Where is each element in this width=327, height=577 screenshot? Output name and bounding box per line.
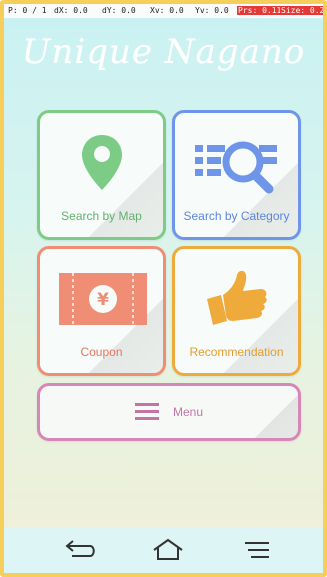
map-pin-icon	[82, 135, 122, 190]
recent-apps-icon[interactable]	[239, 537, 275, 563]
search-by-map-label: Search by Map	[61, 209, 142, 223]
back-arrow-icon[interactable]	[62, 537, 98, 563]
pointer-count: P: 0 / 1	[8, 6, 47, 15]
search-by-category-label: Search by Category	[183, 209, 290, 223]
svg-text:¥: ¥	[97, 290, 109, 310]
search-by-category-button[interactable]: Search by Category	[172, 110, 301, 240]
home-icon[interactable]	[150, 537, 186, 563]
xv-value: Xv: 0.0	[150, 6, 184, 15]
menu-button[interactable]: Menu	[37, 383, 301, 441]
coupon-button[interactable]: ¥ Coupon	[37, 246, 166, 376]
category-search-icon	[195, 141, 277, 194]
dy-value: dY: 0.0	[102, 6, 136, 15]
pressure-value: Prs: 0.11	[237, 6, 283, 15]
yen-coupon-icon: ¥	[59, 273, 147, 325]
recommendation-button[interactable]: Recommendation	[172, 246, 301, 376]
yv-value: Yv: 0.0	[195, 6, 229, 15]
app-title: Unique Nagano	[21, 32, 306, 72]
debug-status-bar: P: 0 / 1 dX: 0.0 dY: 0.0 Xv: 0.0 Yv: 0.0…	[4, 4, 323, 18]
system-nav-bar	[4, 527, 323, 573]
dx-value: dX: 0.0	[54, 6, 88, 15]
hamburger-icon	[134, 403, 159, 420]
recommendation-label: Recommendation	[189, 345, 284, 359]
size-value: Size: 0.23	[280, 6, 323, 15]
thumbs-up-icon	[207, 270, 267, 325]
app-screen: P: 0 / 1 dX: 0.0 dY: 0.0 Xv: 0.0 Yv: 0.0…	[0, 0, 327, 577]
coupon-label: Coupon	[80, 345, 123, 359]
search-by-map-button[interactable]: Search by Map	[37, 110, 166, 240]
menu-label: Menu	[172, 405, 204, 419]
